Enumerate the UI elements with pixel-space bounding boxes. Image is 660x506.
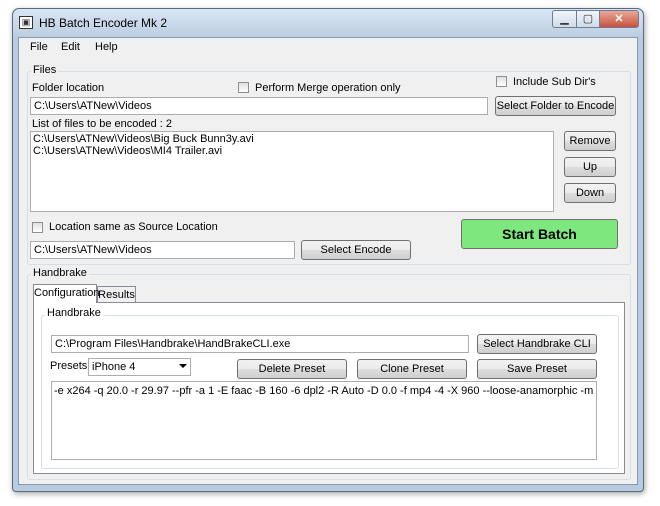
files-group-label: Files <box>31 64 59 76</box>
presets-label: Presets <box>50 360 88 372</box>
handbrake-group-label: Handbrake <box>31 267 89 279</box>
app-icon: ▣ <box>19 16 33 29</box>
maximize-button[interactable]: ▢ <box>576 10 600 28</box>
menu-bar: File Edit Help <box>19 38 637 56</box>
folder-path-input[interactable]: C:\Users\ATNew\Videos <box>30 97 488 115</box>
cli-arguments-textarea[interactable]: -e x264 -q 20.0 -r 29.97 --pfr -a 1 -E f… <box>51 381 597 460</box>
close-icon: ✕ <box>614 13 624 25</box>
down-button[interactable]: Down <box>564 183 616 203</box>
preset-select[interactable]: iPhone 4 <box>88 358 191 376</box>
file-list-item[interactable]: C:\Users\ATNew\Videos\Big Buck Bunn3y.av… <box>33 133 551 145</box>
menu-help[interactable]: Help <box>95 41 118 53</box>
merge-checkbox[interactable] <box>238 82 249 93</box>
minimize-icon: ▁ <box>560 13 569 25</box>
configuration-panel: Handbrake C:\Program Files\Handbrake\Han… <box>33 302 625 474</box>
minimize-button[interactable]: ▁ <box>552 10 577 28</box>
save-preset-button[interactable]: Save Preset <box>477 359 597 379</box>
file-list[interactable]: C:\Users\ATNew\Videos\Big Buck Bunn3y.av… <box>30 131 554 212</box>
tab-configuration[interactable]: Configuration <box>33 284 99 303</box>
window-title: HB Batch Encoder Mk 2 <box>39 16 168 30</box>
tab-results[interactable]: Results <box>97 286 136 303</box>
start-batch-button[interactable]: Start Batch <box>461 219 618 249</box>
select-encode-button[interactable]: Select Encode <box>301 240 411 260</box>
client-area: File Edit Help Files Folder location Per… <box>18 37 638 485</box>
merge-label: Perform Merge operation only <box>255 82 401 94</box>
preset-select-value: iPhone 4 <box>92 361 136 373</box>
chevron-down-icon <box>179 364 187 368</box>
title-bar[interactable]: ▣ HB Batch Encoder Mk 2 ▁ ▢ ✕ <box>13 9 643 37</box>
file-list-item[interactable]: C:\Users\ATNew\Videos\MI4 Trailer.avi <box>33 145 551 157</box>
clone-preset-button[interactable]: Clone Preset <box>357 359 467 379</box>
file-list-label: List of files to be encoded : 2 <box>32 118 173 130</box>
app-window: ▣ HB Batch Encoder Mk 2 ▁ ▢ ✕ File Edit … <box>12 8 644 492</box>
remove-button[interactable]: Remove <box>564 131 616 151</box>
folder-location-label: Folder location <box>32 82 105 94</box>
close-button[interactable]: ✕ <box>599 10 639 28</box>
cli-path-input[interactable]: C:\Program Files\Handbrake\HandBrakeCLI.… <box>51 335 469 353</box>
maximize-icon: ▢ <box>582 13 594 25</box>
menu-edit[interactable]: Edit <box>61 41 80 53</box>
select-folder-button[interactable]: Select Folder to Encode <box>495 96 616 116</box>
include-subdirs-label: Include Sub Dir's <box>513 76 596 88</box>
include-subdirs-checkbox[interactable] <box>496 76 507 87</box>
select-handbrake-cli-button[interactable]: Select Handbrake CLI <box>477 334 597 354</box>
same-location-label: Location same as Source Location <box>49 221 218 233</box>
up-button[interactable]: Up <box>564 157 616 177</box>
same-location-checkbox[interactable] <box>32 222 43 233</box>
menu-file[interactable]: File <box>30 41 48 53</box>
delete-preset-button[interactable]: Delete Preset <box>237 359 347 379</box>
encode-path-input[interactable]: C:\Users\ATNew\Videos <box>30 241 295 259</box>
handbrake-inner-group-label: Handbrake <box>45 307 103 319</box>
